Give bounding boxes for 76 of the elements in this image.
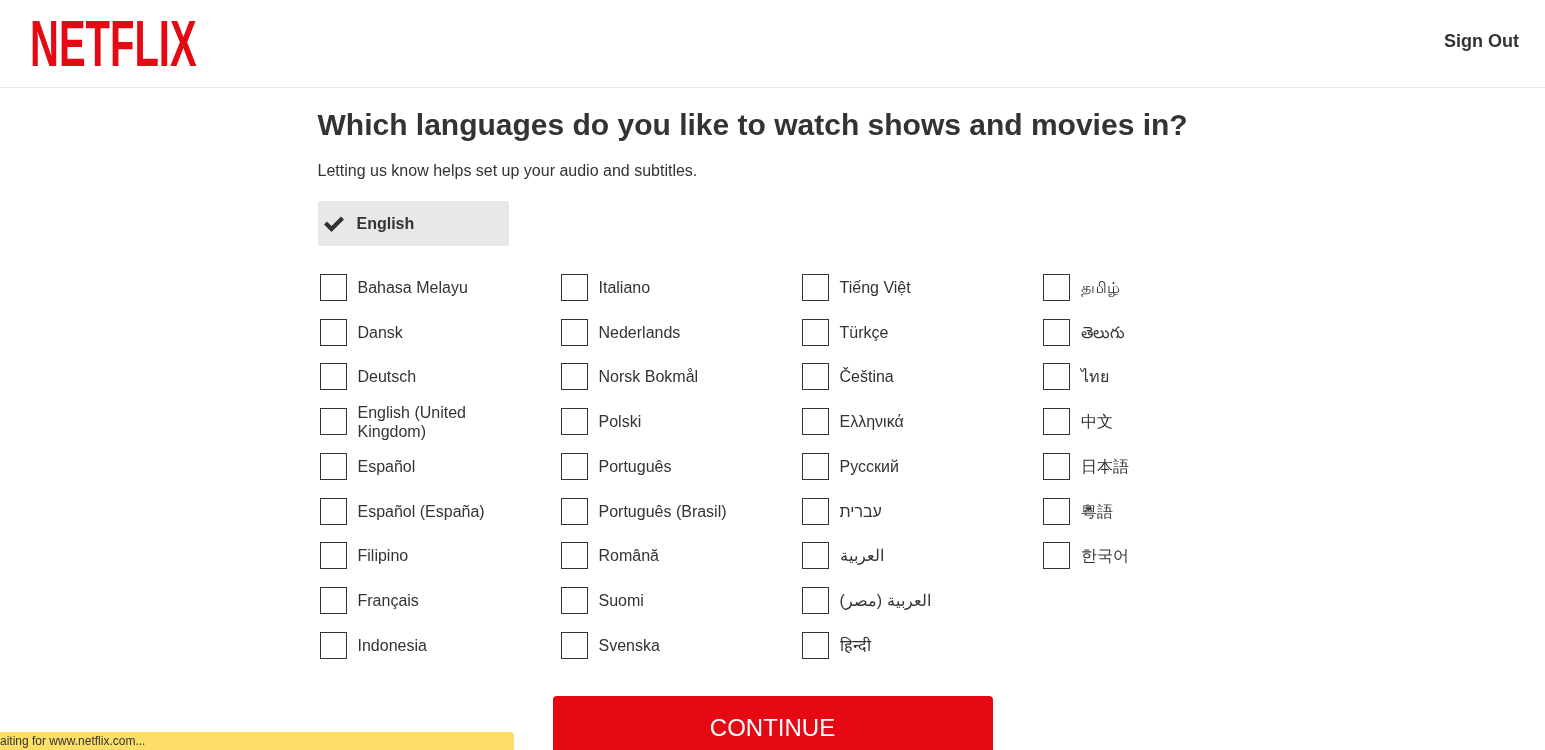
checkbox[interactable] xyxy=(319,318,347,346)
check-icon xyxy=(323,215,344,232)
language-label[interactable]: Deutsch xyxy=(357,367,417,387)
checkbox[interactable] xyxy=(1042,318,1070,346)
language-label[interactable]: Ελληνικά xyxy=(839,412,904,432)
language-label[interactable]: Indonesia xyxy=(357,635,427,655)
checkbox[interactable] xyxy=(1042,497,1070,525)
language-label[interactable]: العربية (مصر) xyxy=(839,591,931,611)
language-label[interactable]: ไทย xyxy=(1080,367,1109,387)
language-label[interactable]: English (United Kingdom) xyxy=(357,402,508,441)
language-label[interactable]: Filipino xyxy=(357,546,409,566)
page-heading: Which languages do you like to watch shows and movies in? xyxy=(317,107,1189,143)
language-label[interactable]: తెలుగు xyxy=(1080,322,1125,342)
language-label[interactable]: Română xyxy=(598,546,659,566)
checkbox[interactable] xyxy=(319,452,347,480)
checkbox[interactable] xyxy=(319,587,347,615)
language-label[interactable]: Čeština xyxy=(839,367,894,387)
language-label[interactable]: Português (Brasil) xyxy=(598,501,727,521)
checkbox[interactable] xyxy=(801,497,829,525)
checkbox[interactable] xyxy=(1042,273,1070,301)
language-label[interactable]: Español (España) xyxy=(357,501,485,521)
language-label[interactable]: Türkçe xyxy=(839,322,889,342)
sign-out-link[interactable]: Sign Out xyxy=(1444,27,1519,55)
checkbox[interactable] xyxy=(801,363,829,391)
checkbox[interactable] xyxy=(560,408,588,436)
checkbox[interactable] xyxy=(801,273,829,301)
continue-button[interactable]: CONTINUE xyxy=(552,695,993,750)
checkbox[interactable] xyxy=(560,318,588,346)
language-label[interactable]: 한국어 xyxy=(1080,546,1129,566)
netflix-logo[interactable]: NETFLIX xyxy=(30,11,197,76)
checkbox[interactable] xyxy=(560,587,588,615)
language-label[interactable]: 中文 xyxy=(1080,412,1113,432)
language-label[interactable]: Dansk xyxy=(357,322,403,342)
checkbox[interactable] xyxy=(801,318,829,346)
language-label[interactable]: 粵語 xyxy=(1080,501,1113,521)
language-label[interactable]: Nederlands xyxy=(598,322,681,342)
checkbox[interactable] xyxy=(801,408,829,436)
checkbox[interactable] xyxy=(1042,363,1070,391)
checkbox[interactable] xyxy=(801,631,829,659)
checkbox[interactable] xyxy=(319,408,347,436)
language-label[interactable]: Bahasa Melayu xyxy=(357,277,468,297)
checkbox[interactable] xyxy=(1042,452,1070,480)
language-label[interactable]: Polski xyxy=(598,412,642,432)
subtitle-text: Letting us know helps set up your audio and subtitles. xyxy=(317,161,699,181)
language-label[interactable]: Tiếng Việt xyxy=(839,277,911,297)
checkbox[interactable] xyxy=(319,631,347,659)
checkbox[interactable] xyxy=(560,631,588,659)
language-label[interactable]: Português xyxy=(598,456,672,476)
language-label[interactable]: हिन्दी xyxy=(839,635,871,655)
checkbox[interactable] xyxy=(801,452,829,480)
language-label[interactable]: Italiano xyxy=(598,277,651,297)
language-label[interactable]: 日本語 xyxy=(1080,456,1129,476)
checkbox[interactable] xyxy=(560,273,588,301)
language-label[interactable]: Suomi xyxy=(598,591,644,611)
checkbox[interactable] xyxy=(801,542,829,570)
checkbox[interactable] xyxy=(560,452,588,480)
checkbox[interactable] xyxy=(1042,542,1070,570)
checkbox[interactable] xyxy=(560,542,588,570)
checkbox[interactable] xyxy=(560,363,588,391)
language-label[interactable]: العربية xyxy=(839,546,884,566)
language-label[interactable]: Русский xyxy=(839,456,899,476)
checkbox[interactable] xyxy=(560,497,588,525)
checkbox[interactable] xyxy=(319,542,347,570)
checkbox[interactable] xyxy=(319,273,347,301)
language-label[interactable]: தமிழ் xyxy=(1080,277,1120,297)
checkbox[interactable] xyxy=(319,363,347,391)
language-label[interactable]: עברית xyxy=(839,501,882,521)
status-bubble: aiting for www.netflix.com... xyxy=(0,732,514,750)
checkbox[interactable] xyxy=(1042,408,1070,436)
checkbox[interactable] xyxy=(319,497,347,525)
language-label[interactable]: Español xyxy=(357,456,416,476)
language-chip[interactable]: English xyxy=(317,201,509,246)
language-label[interactable]: Norsk Bokmål xyxy=(598,367,699,387)
checkbox[interactable] xyxy=(801,587,829,615)
language-label[interactable]: Svenska xyxy=(598,635,660,655)
language-label[interactable]: Français xyxy=(357,591,419,611)
